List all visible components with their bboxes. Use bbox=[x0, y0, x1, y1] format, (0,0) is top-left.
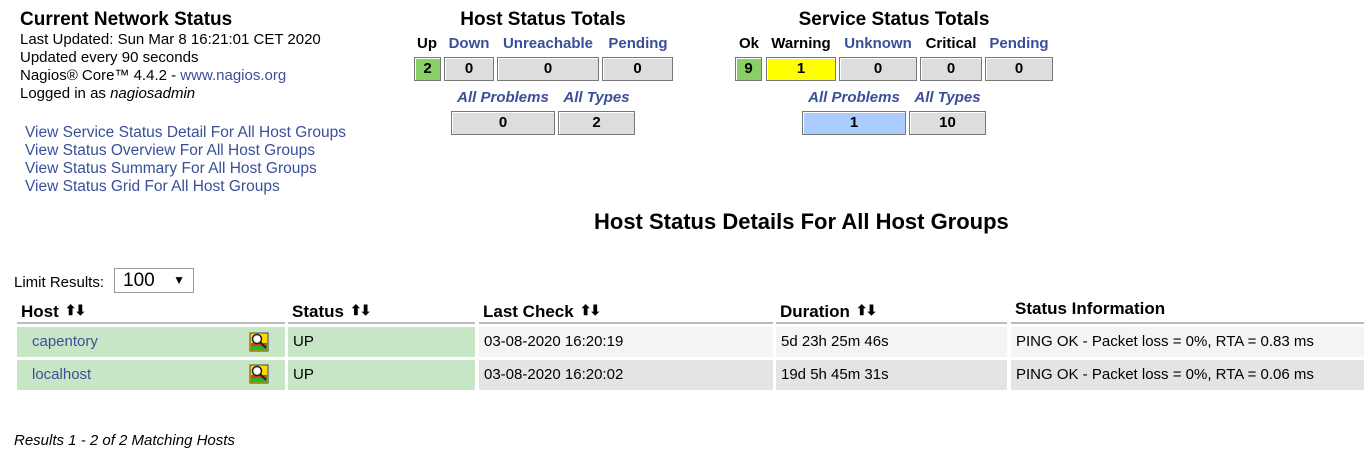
last-updated: Last Updated: Sun Mar 8 16:21:01 CET 202… bbox=[20, 31, 321, 48]
service-critical-label[interactable]: Critical bbox=[920, 35, 982, 52]
magnifier-status-map-icon[interactable] bbox=[249, 332, 269, 352]
host-pending-label[interactable]: Pending bbox=[602, 35, 674, 52]
service-pending-count[interactable]: 0 bbox=[985, 57, 1053, 81]
host-link-localhost[interactable]: localhost bbox=[32, 366, 91, 383]
link-status-grid[interactable]: View Status Grid For All Host Groups bbox=[25, 178, 346, 196]
host-unreachable-label[interactable]: Unreachable bbox=[497, 35, 599, 52]
service-all-problems-count[interactable]: 1 bbox=[802, 111, 906, 135]
column-host-label: Host bbox=[21, 302, 59, 321]
host-all-problems-count[interactable]: 0 bbox=[451, 111, 555, 135]
sort-arrows-icon[interactable]: ⬆⬇ bbox=[65, 302, 87, 318]
service-all-types-count[interactable]: 10 bbox=[909, 111, 986, 135]
host-up-count[interactable]: 2 bbox=[414, 57, 441, 81]
host-up-label: Up bbox=[417, 35, 437, 52]
host-all-types-count[interactable]: 2 bbox=[558, 111, 635, 135]
limit-results-label: Limit Results: bbox=[14, 274, 105, 291]
table-cell-status: UP bbox=[288, 327, 475, 357]
host-unreachable-count[interactable]: 0 bbox=[497, 57, 599, 81]
host-down-count[interactable]: 0 bbox=[444, 57, 494, 81]
magnifier-status-map-icon[interactable] bbox=[249, 364, 269, 384]
host-all-problems-label[interactable]: All Problems bbox=[451, 89, 555, 106]
logged-in: Logged in as nagiosadmin bbox=[20, 85, 321, 103]
service-warning-count[interactable]: 1 bbox=[766, 57, 836, 81]
host-totals-title: Host Status Totals bbox=[460, 9, 626, 30]
host-down-label[interactable]: Down bbox=[444, 35, 494, 52]
table-cell-status-information: PING OK - Packet loss = 0%, RTA = 0.83 m… bbox=[1011, 327, 1364, 357]
chevron-down-icon: ▼ bbox=[173, 273, 185, 287]
sort-arrows-icon[interactable]: ⬆⬇ bbox=[350, 302, 372, 318]
core-version: Nagios® Core™ 4.4.2 - www.nagios.org bbox=[20, 67, 321, 85]
column-duration-label: Duration bbox=[780, 302, 850, 321]
limit-results-value: 100 bbox=[123, 270, 155, 291]
results-count: Results 1 - 2 of 2 Matching Hosts bbox=[14, 432, 235, 449]
network-status-info: Current Network Status Last Updated: Sun… bbox=[20, 9, 321, 103]
link-status-overview[interactable]: View Status Overview For All Host Groups bbox=[25, 142, 346, 160]
host-all-types-label[interactable]: All Types bbox=[558, 89, 635, 106]
service-pending-label[interactable]: Pending bbox=[985, 35, 1053, 52]
update-interval: Updated every 90 seconds bbox=[20, 49, 199, 66]
sort-arrows-icon[interactable]: ⬆⬇ bbox=[580, 302, 602, 318]
table-cell-duration: 5d 23h 25m 46s bbox=[776, 327, 1007, 357]
service-all-problems-label[interactable]: All Problems bbox=[802, 89, 906, 106]
service-warning-label[interactable]: Warning bbox=[766, 35, 836, 52]
service-unknown-label[interactable]: Unknown bbox=[839, 35, 917, 52]
table-cell-last-check: 03-08-2020 16:20:02 bbox=[479, 360, 773, 390]
column-last-check[interactable]: Last Check ⬆⬇ bbox=[479, 296, 773, 324]
service-all-types-label[interactable]: All Types bbox=[909, 89, 986, 106]
view-links: View Service Status Detail For All Host … bbox=[25, 124, 346, 196]
host-details-title: Host Status Details For All Host Groups bbox=[594, 209, 1009, 234]
nagios-org-link[interactable]: www.nagios.org bbox=[180, 67, 286, 84]
table-cell-status: UP bbox=[288, 360, 475, 390]
table-cell-status-information: PING OK - Packet loss = 0%, RTA = 0.06 m… bbox=[1011, 360, 1364, 390]
column-host[interactable]: Host ⬆⬇ bbox=[17, 296, 285, 324]
link-service-status-detail[interactable]: View Service Status Detail For All Host … bbox=[25, 124, 346, 142]
service-ok-count[interactable]: 9 bbox=[735, 57, 762, 81]
service-ok-label: Ok bbox=[738, 35, 759, 52]
service-totals-title: Service Status Totals bbox=[798, 9, 990, 30]
core-version-text: Nagios® Core™ 4.4.2 - bbox=[20, 67, 181, 84]
page-title: Current Network Status bbox=[20, 9, 233, 30]
column-status-information-label: Status Information bbox=[1015, 299, 1166, 318]
table-row-host: localhost bbox=[17, 360, 285, 390]
column-status-information: Status Information bbox=[1011, 296, 1364, 324]
limit-results-select[interactable]: 100 ▼ bbox=[114, 268, 194, 293]
service-unknown-count[interactable]: 0 bbox=[839, 57, 917, 81]
column-last-check-label: Last Check bbox=[483, 302, 574, 321]
table-row-host: capentory bbox=[17, 327, 285, 357]
column-status-label: Status bbox=[292, 302, 344, 321]
link-status-summary[interactable]: View Status Summary For All Host Groups bbox=[25, 160, 346, 178]
table-cell-duration: 19d 5h 45m 31s bbox=[776, 360, 1007, 390]
service-critical-count[interactable]: 0 bbox=[920, 57, 982, 81]
host-pending-count[interactable]: 0 bbox=[602, 57, 673, 81]
logged-in-user: nagiosadmin bbox=[110, 85, 196, 102]
table-cell-last-check: 03-08-2020 16:20:19 bbox=[479, 327, 773, 357]
logged-in-prefix: Logged in as bbox=[20, 85, 111, 102]
column-status[interactable]: Status ⬆⬇ bbox=[288, 296, 475, 324]
column-duration[interactable]: Duration ⬆⬇ bbox=[776, 296, 1007, 324]
host-link-capentory[interactable]: capentory bbox=[32, 333, 98, 350]
sort-arrows-icon[interactable]: ⬆⬇ bbox=[856, 302, 878, 318]
